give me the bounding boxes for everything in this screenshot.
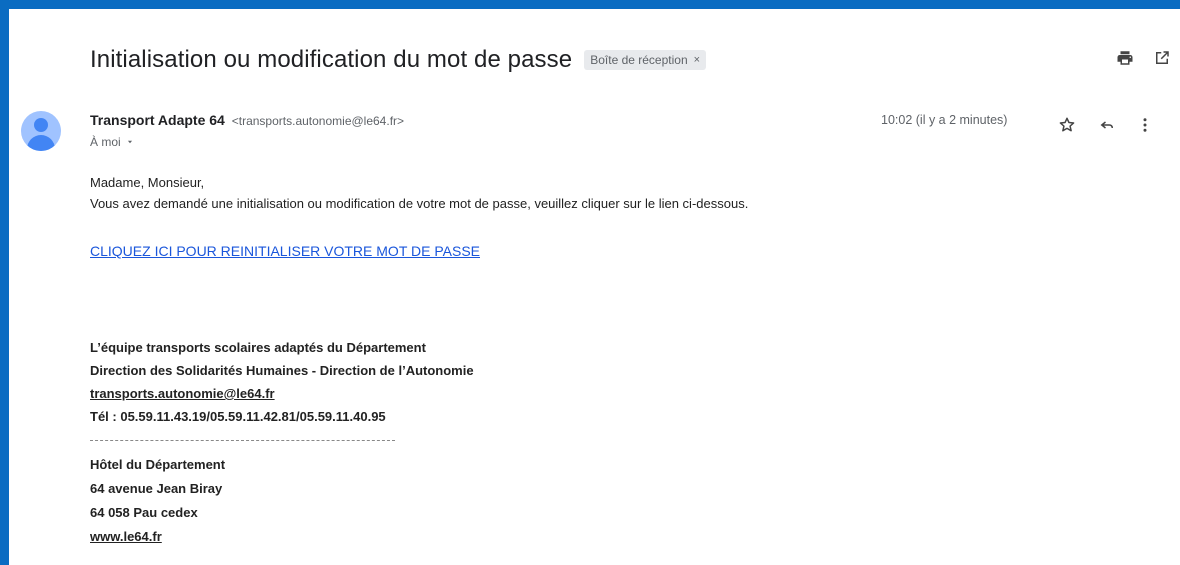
sender-email: <transports.autonomie@le64.fr> <box>231 114 405 128</box>
star-icon[interactable] <box>1055 113 1079 137</box>
window-frame-top <box>0 0 1180 9</box>
reply-icon[interactable] <box>1095 113 1119 137</box>
signature-direction: Direction des Solidarités Humaines - Dir… <box>90 363 474 378</box>
signature-phone: Tél : 05.59.11.43.19/05.59.11.42.81/05.5… <box>90 409 386 424</box>
inbox-label-text: Boîte de réception <box>590 53 688 67</box>
window-frame-left <box>0 0 9 565</box>
signature-team: L’équipe transports scolaires adaptés du… <box>90 340 426 355</box>
recipient-label: À moi <box>90 135 121 149</box>
greeting-text: Madame, Monsieur, <box>90 175 205 190</box>
inbox-label-chip[interactable]: Boîte de réception × <box>584 50 707 70</box>
email-subject: Initialisation ou modification du mot de… <box>90 46 573 73</box>
avatar-head <box>34 118 48 132</box>
chevron-down-icon <box>127 140 132 144</box>
subject-row: Initialisation ou modification du mot de… <box>90 42 1180 78</box>
print-icon[interactable] <box>1113 46 1137 70</box>
signature-separator <box>90 440 395 441</box>
signature-street: 64 avenue Jean Biray <box>90 481 223 496</box>
signature-website-link[interactable]: www.le64.fr <box>90 529 162 544</box>
email-timestamp: 10:02 (il y a 2 minutes) <box>881 113 1008 127</box>
recipient-details-toggle[interactable]: À moi <box>90 135 135 149</box>
remove-label-button[interactable]: × <box>694 54 700 66</box>
signature-email-link[interactable]: transports.autonomie@le64.fr <box>90 386 275 401</box>
signature-city: 64 058 Pau cedex <box>90 505 198 520</box>
open-in-new-window-icon[interactable] <box>1150 46 1174 70</box>
more-vertical-icon[interactable] <box>1133 113 1157 137</box>
message-text: Vous avez demandé une initialisation ou … <box>90 196 749 211</box>
avatar-body <box>27 135 55 151</box>
sender-avatar[interactable] <box>21 111 61 151</box>
sender-row: Transport Adapte 64 <transports.autonomi… <box>90 112 404 128</box>
reset-password-link[interactable]: CLIQUEZ ICI POUR REINITIALISER VOTRE MOT… <box>90 243 480 259</box>
sender-name[interactable]: Transport Adapte 64 <box>90 112 225 128</box>
signature-building: Hôtel du Département <box>90 457 226 472</box>
